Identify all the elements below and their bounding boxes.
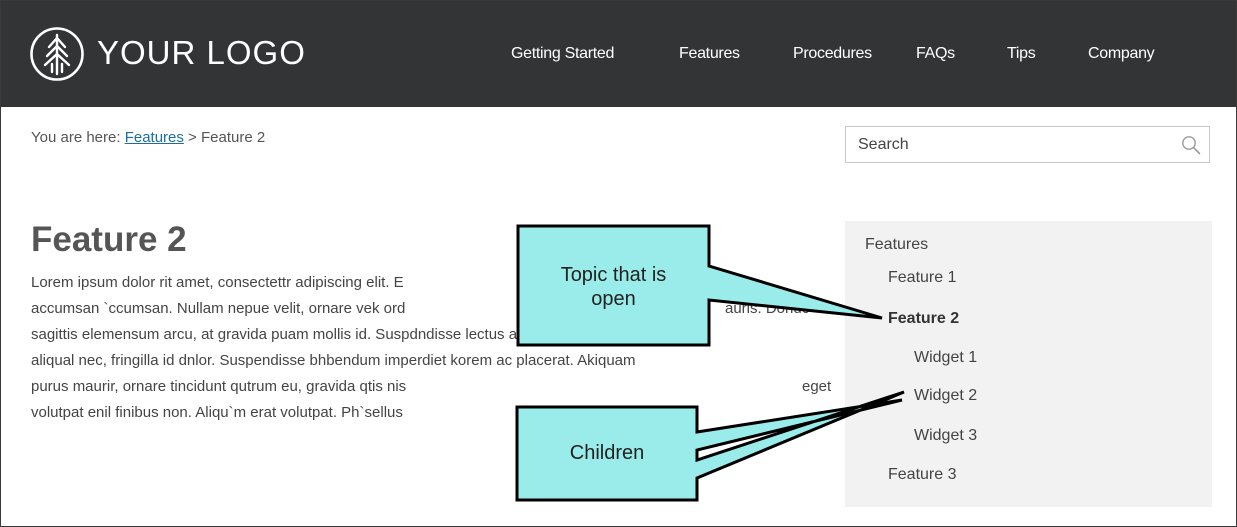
site-header: YOUR LOGO Getting Started Features Proce… — [1, 1, 1236, 107]
toc-item-feature-1[interactable]: Feature 1 — [888, 269, 956, 287]
breadcrumb-current: Feature 2 — [201, 129, 266, 146]
sidebar-toc: Features Feature 1 Feature 2 Widget 1 Wi… — [845, 221, 1212, 507]
nav-features[interactable]: Features — [679, 45, 740, 63]
body-line: dolor — [724, 274, 758, 291]
breadcrumb-prefix: You are here: — [31, 129, 125, 146]
search-icon[interactable] — [1181, 135, 1201, 155]
body-line: accumsan `ccumsan. Nullam nepue velit, o… — [31, 300, 406, 317]
breadcrumb-separator: > — [183, 129, 201, 146]
body-line: aliqual nec, fringilla id dnlor. Suspend… — [31, 352, 636, 369]
nav-getting-started[interactable]: Getting Started — [511, 45, 614, 63]
body-line: sagittis elemensum arcu, at gravida puam… — [31, 326, 613, 343]
body-line: volutpat enil finibus non. Aliqu`m erat … — [31, 404, 403, 421]
breadcrumb-link-features[interactable]: Features — [125, 129, 184, 146]
toc-item-widget-3[interactable]: Widget 3 — [914, 427, 977, 445]
nav-tips[interactable]: Tips — [1007, 45, 1036, 63]
toc-item-widget-2[interactable]: Widget 2 — [914, 387, 977, 405]
toc-item-feature-2[interactable]: Feature 2 — [888, 310, 959, 328]
body-line: auris. Dondc — [725, 300, 810, 317]
body-line: Lorem ipsum dolor rit amet, consectettr … — [31, 274, 404, 291]
nav-company[interactable]: Company — [1088, 45, 1155, 63]
body-line: purus maurir, ornare tincidunt qutrum eu… — [31, 378, 407, 395]
nav-procedures[interactable]: Procedures — [793, 45, 872, 63]
nav-faqs[interactable]: FAQs — [916, 45, 955, 63]
body-line: eget — [802, 378, 832, 395]
main-nav: Getting Started Features Procedures FAQs… — [1, 45, 1236, 69]
toc-item-feature-3[interactable]: Feature 3 — [888, 466, 956, 484]
page-title: Feature 2 — [31, 220, 187, 259]
breadcrumb: You are here: Features > Feature 2 — [31, 129, 265, 146]
toc-item-widget-1[interactable]: Widget 1 — [914, 349, 977, 367]
toc-root-features[interactable]: Features — [865, 236, 928, 254]
search-input[interactable] — [846, 127, 1166, 162]
search-box — [845, 126, 1210, 163]
